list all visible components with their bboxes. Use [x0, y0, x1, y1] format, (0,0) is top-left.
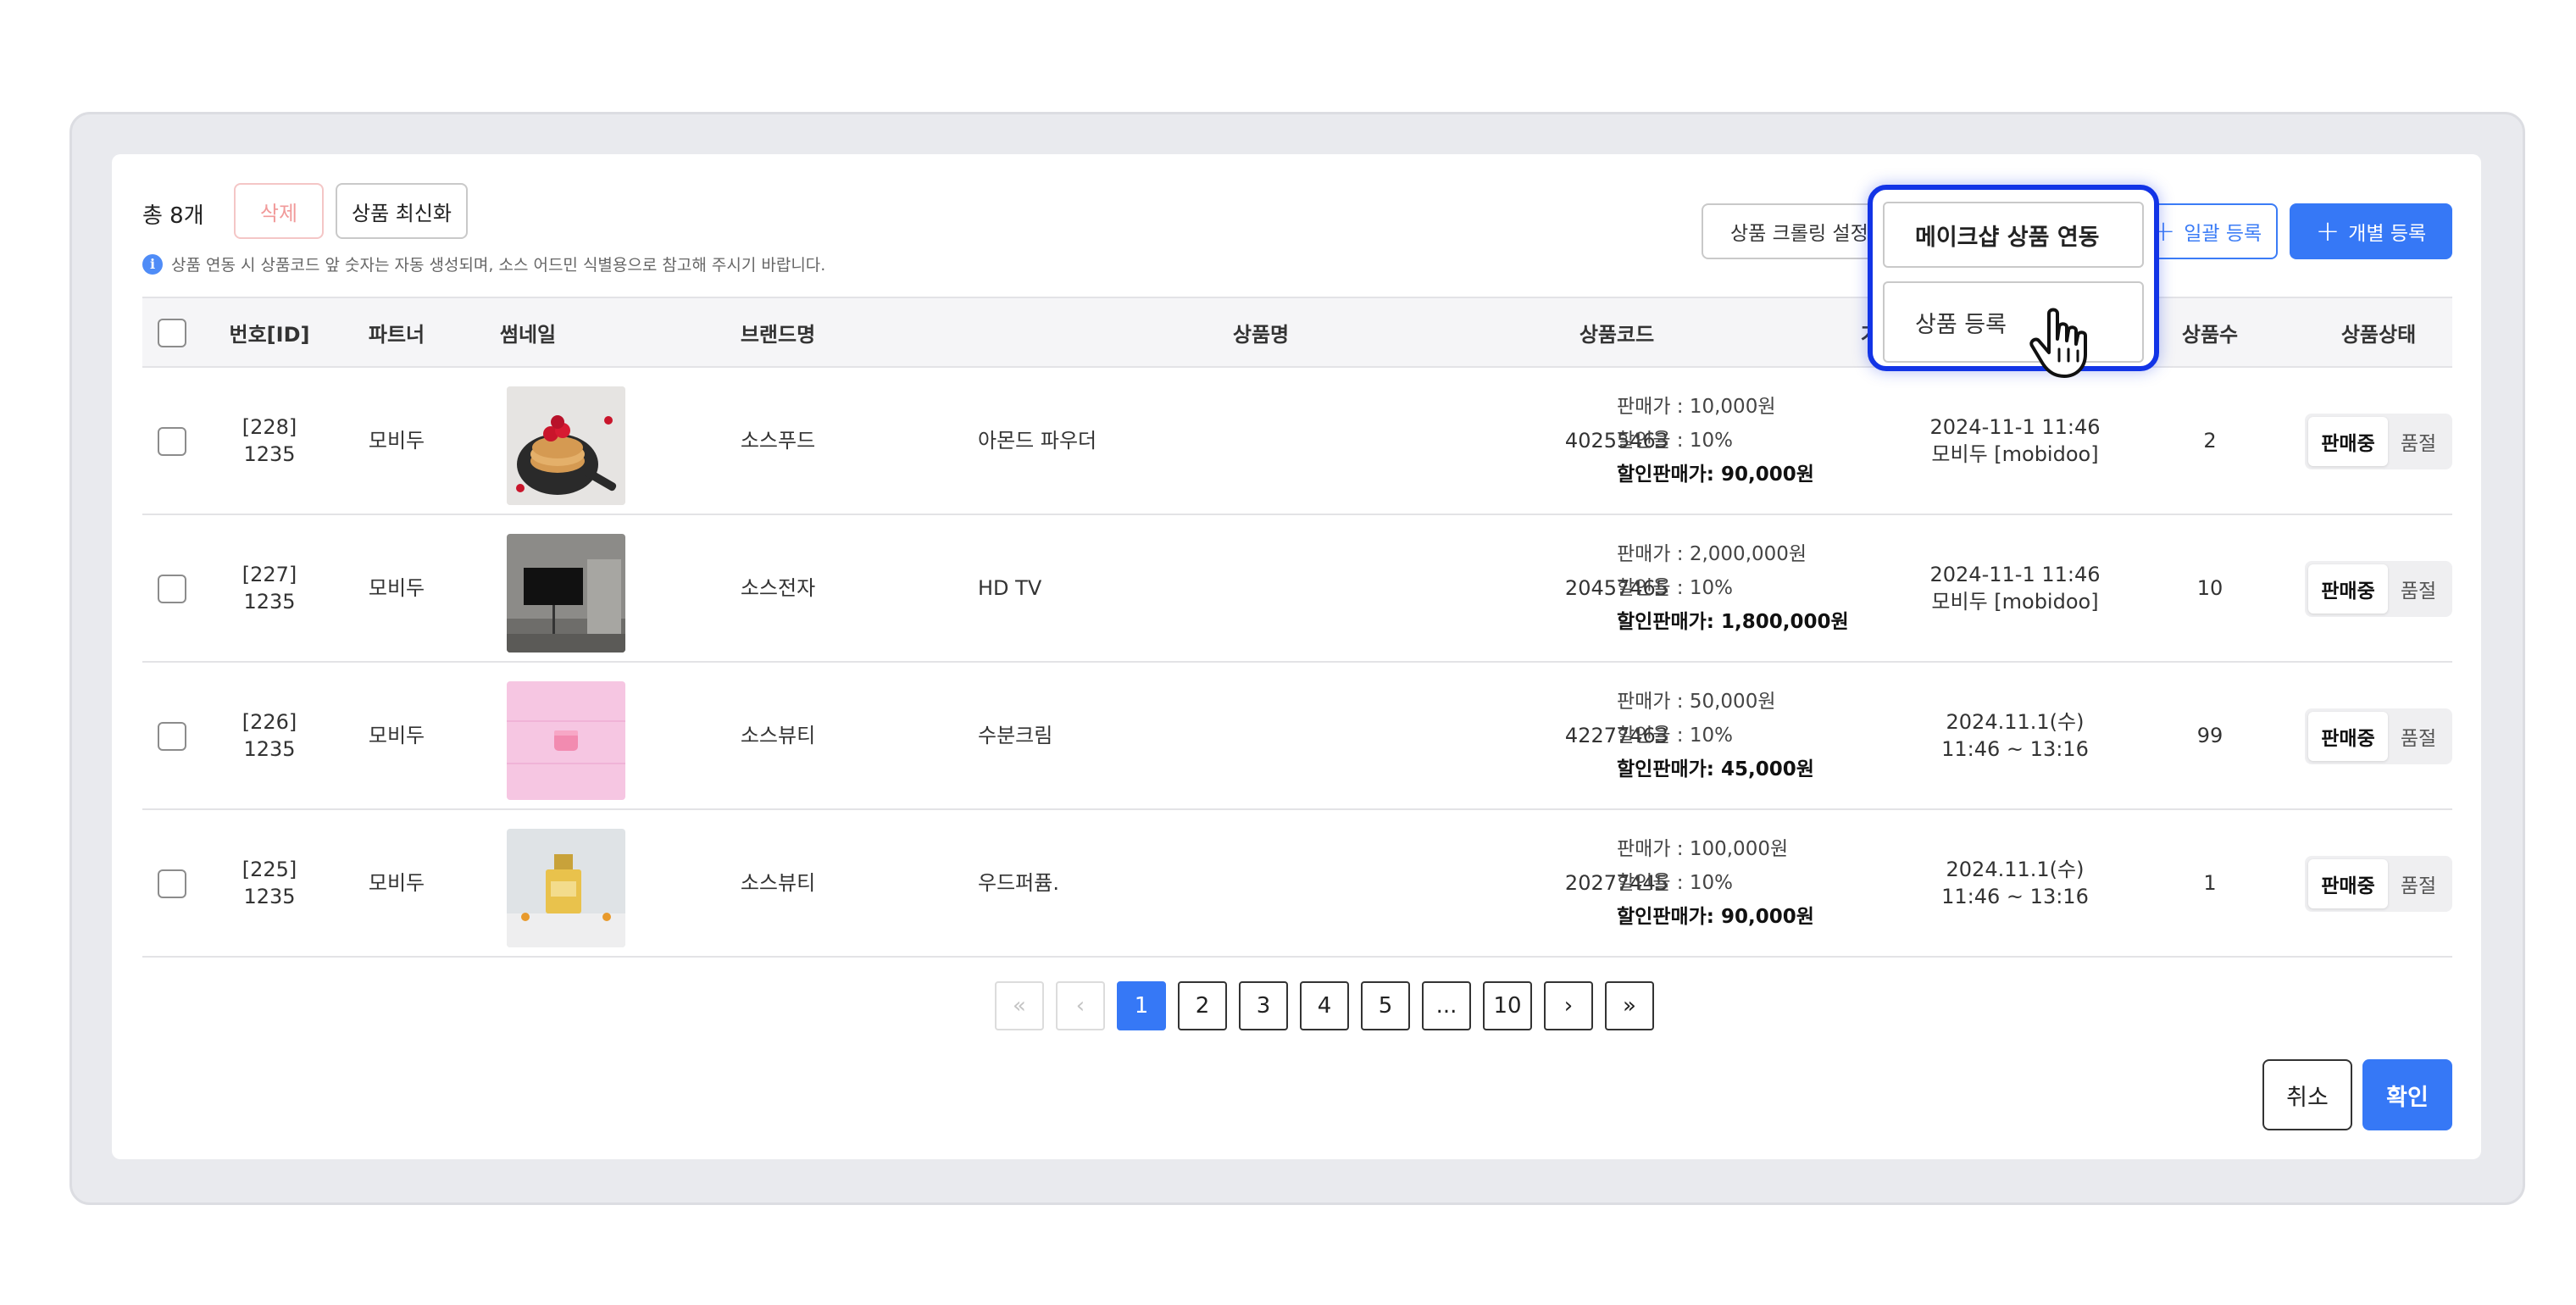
makeshop-sync-menu-item[interactable]: 메이크샵 상품 연동	[1883, 202, 2144, 268]
single-register-button[interactable]: + 개별 등록	[2290, 203, 2452, 259]
product-thumbnail	[507, 534, 625, 652]
sync-notice: i 상품 연동 시 상품코드 앞 숫자는 자동 생성되며, 소스 어드민 식별용…	[142, 253, 825, 275]
table-row: [225] 1235 모비두 소스뷰티 우드퍼퓸. 20277445 판매가 :…	[142, 810, 2452, 958]
row-name: 수분크림	[978, 724, 1053, 747]
status-sold-out[interactable]: 품절	[2388, 869, 2449, 898]
single-register-label: 개별 등록	[2348, 223, 2427, 245]
delete-button[interactable]: 삭제	[234, 183, 324, 239]
plus-icon: +	[2315, 214, 2340, 248]
status-toggle[interactable]: 판매중 품절	[2305, 561, 2452, 617]
page-10-button[interactable]: 10	[1483, 981, 1532, 1030]
row-checkbox[interactable]	[158, 427, 186, 456]
table-row: [226] 1235 모비두 소스뷰티 수분크림 42277463 판매가 : …	[142, 663, 2452, 810]
next-page-button[interactable]: ›	[1544, 981, 1593, 1030]
row-price: 판매가 : 50,000원 할인율 : 10% 할인판매가: 45,000원	[1617, 691, 1814, 780]
row-brand: 소스뷰티	[740, 871, 816, 895]
row-date: 2024-11-1 11:46 모비두 [mobidoo]	[1929, 563, 2101, 614]
table-row: [227] 1235 모비두 소스전자 HD TV 20457465 판매가 :…	[142, 515, 2452, 663]
page-ellipsis[interactable]: ...	[1422, 981, 1471, 1030]
header-name: 상품명	[1232, 322, 1290, 347]
confirm-button[interactable]: 확인	[2362, 1059, 2452, 1130]
row-price: 판매가 : 10,000원 할인율 : 10% 할인판매가: 90,000원	[1617, 396, 1814, 486]
header-status: 상품상태	[2340, 322, 2417, 347]
row-id: [225] 1235	[242, 858, 297, 908]
row-name: 아몬드 파우더	[978, 429, 1097, 453]
first-page-button[interactable]: «	[995, 981, 1044, 1030]
status-on-sale[interactable]: 판매중	[2308, 712, 2388, 761]
row-partner: 모비두	[368, 724, 425, 747]
status-toggle[interactable]: 판매중 품절	[2305, 414, 2452, 469]
row-partner: 모비두	[368, 871, 425, 895]
row-count: 99	[2196, 724, 2223, 747]
row-checkbox[interactable]	[158, 869, 186, 898]
product-thumbnail	[507, 681, 625, 800]
page-5-button[interactable]: 5	[1361, 981, 1410, 1030]
row-id: [228] 1235	[242, 415, 297, 466]
pointer-hand-icon	[2029, 308, 2087, 378]
row-partner: 모비두	[368, 576, 425, 600]
row-partner: 모비두	[368, 429, 425, 453]
header-count: 상품수	[2181, 322, 2239, 347]
row-id: [226] 1235	[242, 710, 297, 761]
total-count: 총 8개	[142, 203, 204, 229]
prev-page-button[interactable]: ‹	[1056, 981, 1105, 1030]
page-4-button[interactable]: 4	[1300, 981, 1349, 1030]
last-page-button[interactable]: »	[1605, 981, 1654, 1030]
status-sold-out[interactable]: 품절	[2388, 427, 2449, 456]
pagination: « ‹ 1 2 3 4 5 ... 10 › »	[995, 981, 1654, 1030]
status-on-sale[interactable]: 판매중	[2308, 564, 2388, 614]
row-id: [227] 1235	[242, 563, 297, 614]
status-toggle[interactable]: 판매중 품절	[2305, 708, 2452, 764]
row-brand: 소스푸드	[740, 429, 816, 453]
row-price: 판매가 : 100,000원 할인율 : 10% 할인판매가: 90,000원	[1617, 838, 1814, 928]
status-toggle[interactable]: 판매중 품절	[2305, 856, 2452, 912]
row-count: 2	[2203, 429, 2217, 453]
row-count: 10	[2196, 576, 2223, 600]
row-date: 2024-11-1 11:46 모비두 [mobidoo]	[1929, 415, 2101, 466]
page-1-button[interactable]: 1	[1117, 981, 1166, 1030]
row-brand: 소스전자	[740, 576, 816, 600]
row-count: 1	[2203, 871, 2217, 895]
row-name: HD TV	[978, 576, 1042, 600]
table-row: [228] 1235 모비두 소스푸드 아몬드 파우더 40255463 판매가…	[142, 368, 2452, 515]
refresh-products-button[interactable]: 상품 최신화	[336, 183, 468, 239]
row-checkbox[interactable]	[158, 575, 186, 603]
sync-notice-text: 상품 연동 시 상품코드 앞 숫자는 자동 생성되며, 소스 어드민 식별용으로…	[171, 256, 826, 275]
row-date: 2024.11.1(수) 11:46 ~ 13:16	[1941, 858, 2089, 908]
header-brand: 브랜드명	[740, 322, 816, 347]
product-thumbnail	[507, 829, 625, 947]
page-2-button[interactable]: 2	[1178, 981, 1227, 1030]
header-id: 번호[ID]	[229, 322, 310, 347]
row-checkbox[interactable]	[158, 722, 186, 751]
status-on-sale[interactable]: 판매중	[2308, 859, 2388, 908]
page-3-button[interactable]: 3	[1239, 981, 1288, 1030]
status-sold-out[interactable]: 품절	[2388, 575, 2449, 603]
header-thumbnail: 썸네일	[499, 322, 557, 347]
product-register-menu-item[interactable]: 상품 등록	[1883, 281, 2144, 363]
header-code: 상품코드	[1579, 322, 1655, 347]
row-name: 우드퍼퓸.	[978, 871, 1059, 895]
row-price: 판매가 : 2,000,000원 할인율 : 10% 할인판매가: 1,800,…	[1617, 543, 1849, 633]
row-brand: 소스뷰티	[740, 724, 816, 747]
product-thumbnail	[507, 386, 625, 505]
register-dropdown-menu: 메이크샵 상품 연동 상품 등록	[1868, 185, 2159, 378]
info-icon: i	[142, 253, 163, 275]
cancel-button[interactable]: 취소	[2262, 1059, 2352, 1130]
status-on-sale[interactable]: 판매중	[2308, 417, 2388, 466]
select-all-checkbox[interactable]	[158, 319, 186, 347]
row-date: 2024.11.1(수) 11:46 ~ 13:16	[1941, 710, 2089, 761]
status-sold-out[interactable]: 품절	[2388, 722, 2449, 751]
bulk-register-label: 일괄 등록	[2184, 223, 2262, 245]
header-partner: 파트너	[368, 322, 425, 347]
